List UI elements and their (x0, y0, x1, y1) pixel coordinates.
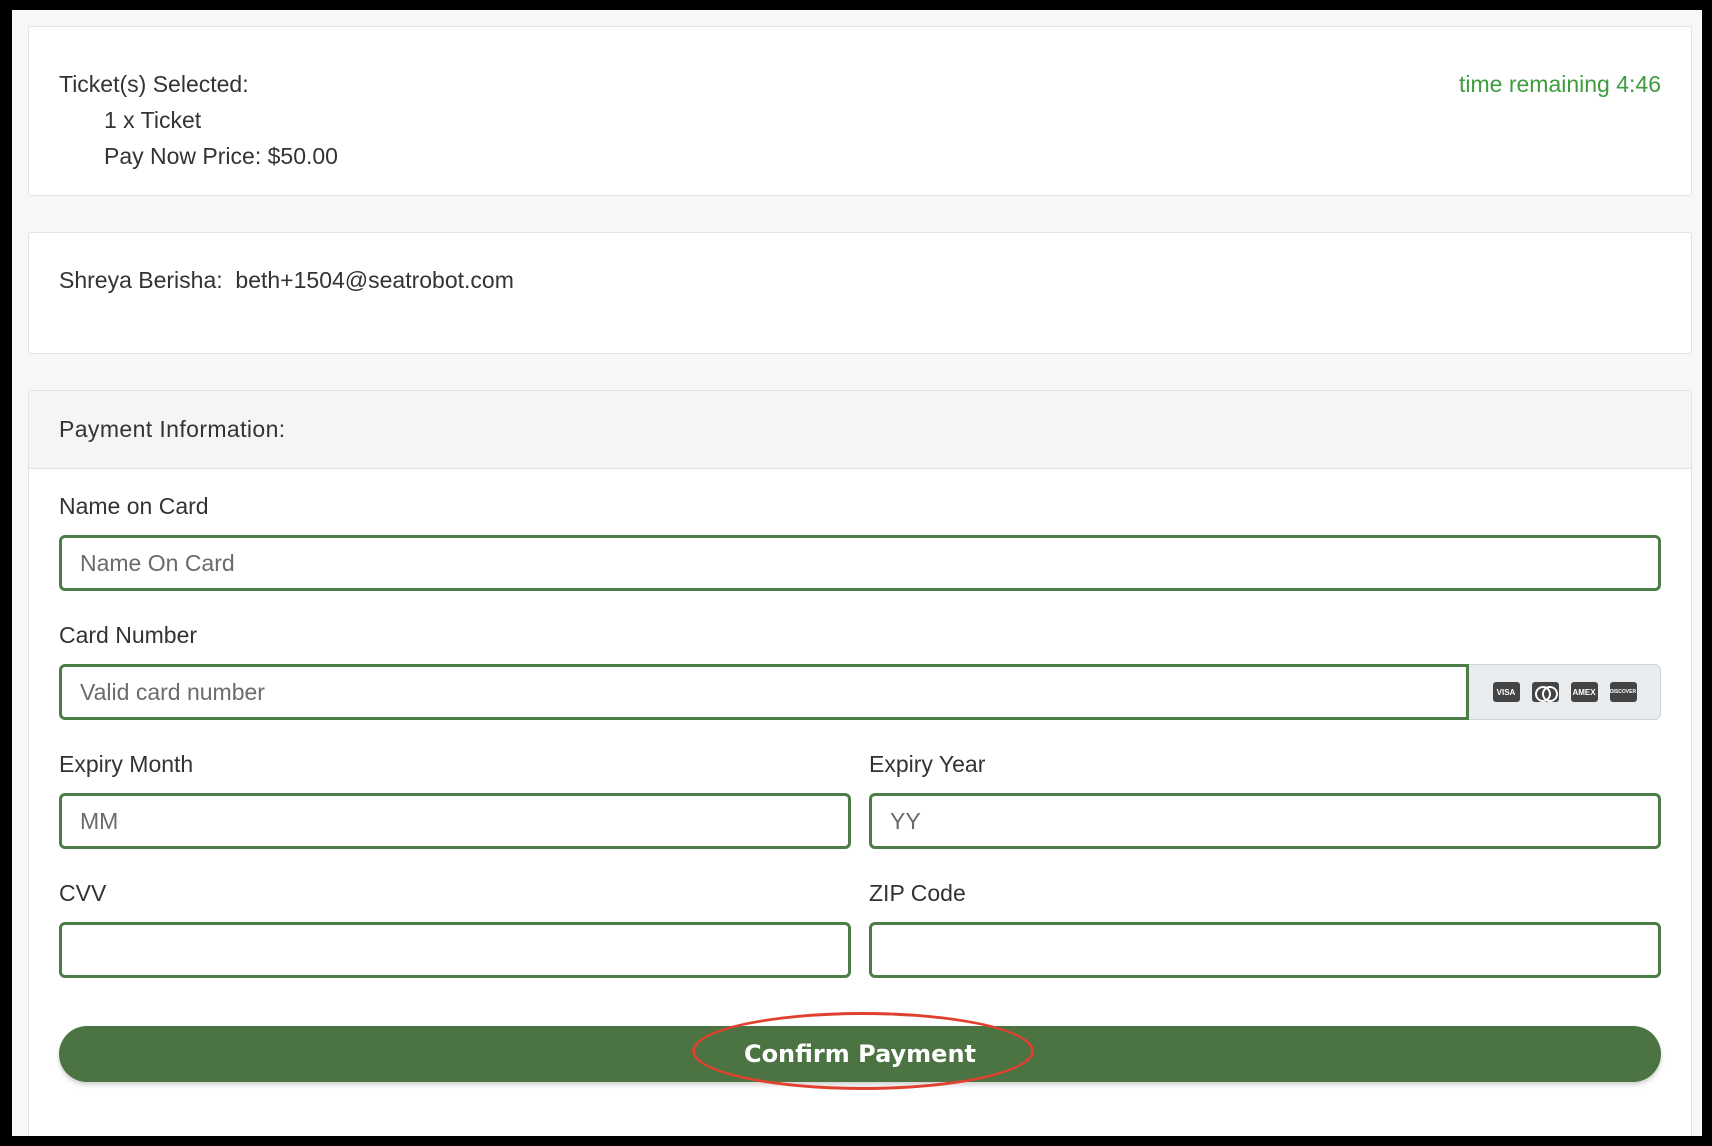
expiry-year-label: Expiry Year (869, 751, 986, 777)
name-on-card-label: Name on Card (59, 493, 209, 519)
contact-name: Shreya Berisha: (59, 267, 223, 293)
payment-card: Payment Information: Name on Card Card N… (28, 390, 1692, 1136)
mastercard-icon (1531, 682, 1559, 702)
name-on-card-input[interactable] (59, 535, 1661, 591)
checkout-page: Ticket(s) Selected: 1 x Ticket Pay Now P… (12, 10, 1702, 1136)
tickets-heading: Ticket(s) Selected: (59, 71, 249, 97)
time-remaining: time remaining 4:46 (1459, 71, 1661, 97)
contact-email: beth+1504@seatrobot.com (235, 267, 514, 293)
ticket-item: 1 x Ticket (104, 107, 202, 133)
ticket-summary-card: Ticket(s) Selected: 1 x Ticket Pay Now P… (28, 26, 1692, 196)
payment-title: Payment Information: (59, 416, 286, 442)
payment-header: Payment Information: (29, 391, 1691, 469)
cvv-input[interactable] (59, 922, 851, 978)
pay-now-price: Pay Now Price: $50.00 (104, 143, 338, 169)
amex-icon: AMEX (1570, 682, 1598, 702)
expiry-month-label: Expiry Month (59, 751, 194, 777)
zip-code-input[interactable] (869, 922, 1661, 978)
confirm-payment-button[interactable]: Confirm Payment (59, 1026, 1661, 1082)
card-brands-addon: VISA AMEX DISCOVER (1469, 664, 1661, 720)
expiry-year-input[interactable] (869, 793, 1661, 849)
contact-line: Shreya Berisha: beth+1504@seatrobot.com (59, 265, 514, 295)
expiry-month-input[interactable] (59, 793, 851, 849)
card-number-input[interactable] (59, 664, 1469, 720)
confirm-payment-label: Confirm Payment (743, 1040, 977, 1068)
card-number-label: Card Number (59, 622, 198, 648)
zip-code-label: ZIP Code (869, 880, 966, 906)
cvv-label: CVV (59, 880, 107, 906)
visa-icon: VISA (1492, 682, 1520, 702)
discover-icon: DISCOVER (1609, 682, 1637, 702)
contact-card: Shreya Berisha: beth+1504@seatrobot.com (28, 232, 1692, 354)
